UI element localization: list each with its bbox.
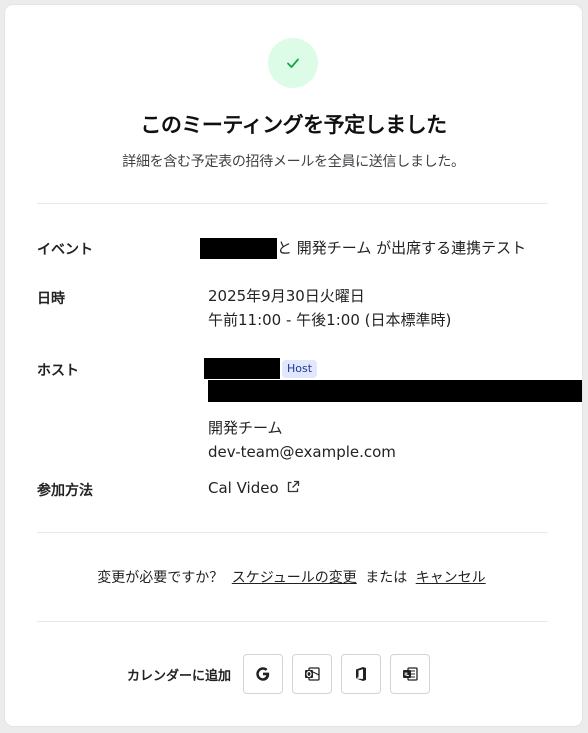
cancel-link[interactable]: キャンセル <box>416 570 486 586</box>
or-text: または <box>365 570 408 586</box>
add-to-calendar-label: カレンダーに追加 <box>127 668 232 684</box>
attendee-email: dev-team@example.com <box>208 443 396 461</box>
ics-calendar-button[interactable] <box>390 654 431 694</box>
event-text: と 開発チーム が出席する連携テスト <box>277 239 527 257</box>
host-name-row: Host <box>204 356 318 380</box>
redacted-host-email <box>208 380 582 402</box>
datetime-label: 日時 <box>37 291 65 307</box>
add-to-calendar: カレンダーに追加 <box>127 654 433 694</box>
change-row: 変更が必要ですか？ スケジュールの変更 または キャンセル <box>5 567 582 587</box>
reschedule-link[interactable]: スケジュールの変更 <box>232 570 357 586</box>
external-link-icon <box>288 480 300 493</box>
event-label: イベント <box>37 242 93 258</box>
page-title: このミーティングを予定しました <box>140 113 447 137</box>
success-badge <box>268 38 318 88</box>
location-link[interactable]: Cal Video <box>208 476 300 500</box>
office365-icon <box>356 667 367 681</box>
location-label: 参加方法 <box>37 483 93 499</box>
divider <box>37 621 548 622</box>
redacted-host-name <box>204 358 280 379</box>
divider <box>37 203 548 204</box>
event-value: と 開発チーム が出席する連携テスト <box>200 236 526 260</box>
redacted-name <box>200 238 277 259</box>
time-value: 午前11:00 - 午後1:00 (日本標準時) <box>208 311 452 329</box>
host-label: ホスト <box>37 363 79 379</box>
office365-calendar-button[interactable] <box>341 654 382 694</box>
change-prompt: 変更が必要ですか？ <box>97 570 224 586</box>
google-icon <box>256 667 270 681</box>
divider <box>37 532 548 533</box>
google-calendar-button[interactable] <box>243 654 284 694</box>
attendee-name: 開発チーム <box>208 419 283 437</box>
outlook-calendar-button[interactable] <box>292 654 333 694</box>
date-value: 2025年9月30日火曜日 <box>208 287 365 305</box>
host-badge: Host <box>282 359 318 378</box>
booking-success-card: このミーティングを予定しました 詳細を含む予定表の招待メールを全員に送信しました… <box>5 5 582 726</box>
page-subtitle: 詳細を含む予定表の招待メールを全員に送信しました。 <box>122 154 465 170</box>
location-value[interactable]: Cal Video <box>208 479 279 497</box>
outlook-icon <box>305 667 320 681</box>
ics-icon <box>403 667 418 681</box>
check-icon <box>287 58 299 68</box>
